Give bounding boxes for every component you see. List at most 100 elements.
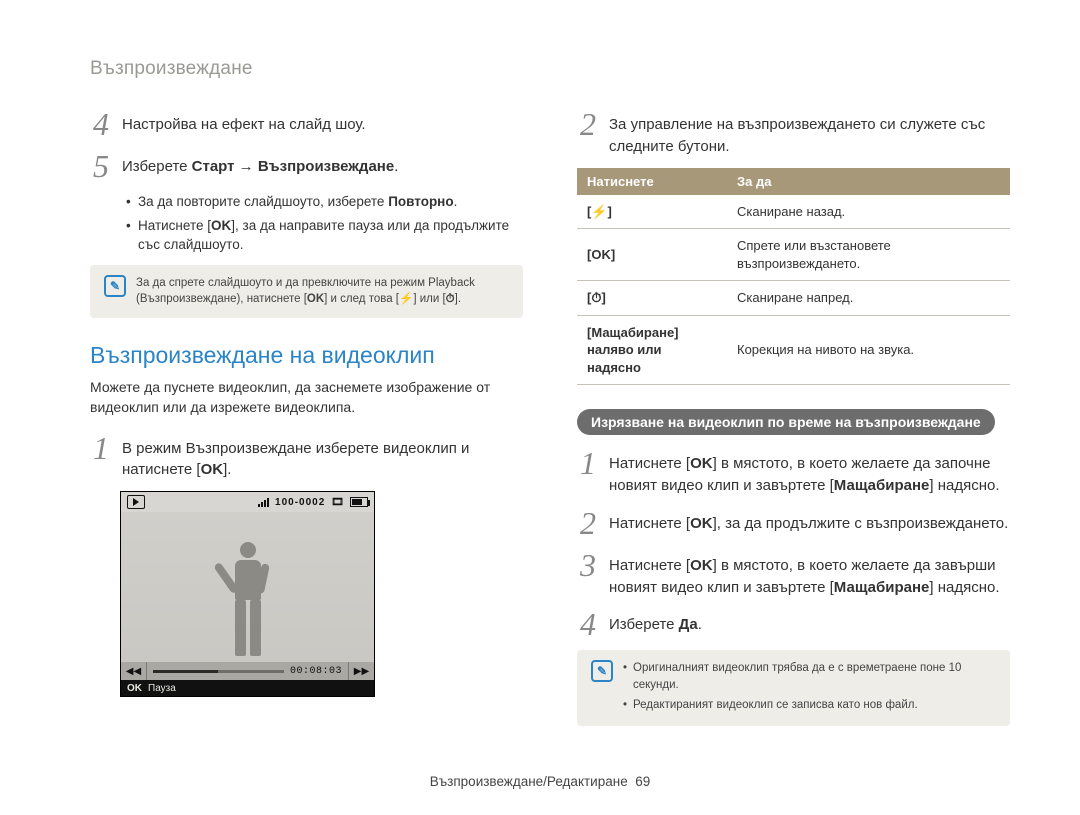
text: ] надясно. <box>929 477 999 494</box>
elapsed-time: 00:08:03 <box>290 666 342 677</box>
video-player-screenshot: 100-0002 🎞 ◀◀ <box>120 491 375 697</box>
person-silhouette <box>218 542 278 662</box>
section-header: Възпроизвеждане <box>90 58 1010 80</box>
text: Изберете <box>609 616 679 633</box>
ok-glyph: OK <box>690 515 713 532</box>
bullet-item: За да повторите слайдшоуто, изберете Пов… <box>126 192 523 212</box>
step-number: 4 <box>577 608 599 640</box>
note-item: Редактираният видеоклип се записва като … <box>623 697 996 714</box>
forward-icon: ▶▶ <box>348 662 374 680</box>
trim-step-1: 1 Натиснете [OK] в мястото, в което жела… <box>577 447 1010 497</box>
step-number: 2 <box>577 507 599 539</box>
ok-glyph: OK <box>211 218 231 233</box>
text: Натиснете [ <box>609 455 690 472</box>
ok-glyph: OK <box>690 557 713 574</box>
step-2: 2 За управление на възпроизвеждането си … <box>577 108 1010 158</box>
ok-glyph: OK <box>201 461 224 478</box>
step-1: 1 В режим Възпроизвеждане изберете видео… <box>90 432 523 482</box>
sub-bullets: За да повторите слайдшоуто, изберете Пов… <box>126 192 523 255</box>
paragraph: Можете да пуснете видеоклип, да заснемет… <box>90 377 523 418</box>
subsection-heading: Възпроизвеждане на видеоклип <box>90 342 523 369</box>
bold-text: Мащабиране <box>834 477 930 494</box>
step-text: За управление на възпроизвеждането си сл… <box>609 108 1010 158</box>
note-box: ✎ Оригиналният видеоклип трябва да е с в… <box>577 650 1010 726</box>
text: За да повторите слайдшоуто, изберете <box>138 194 388 209</box>
movie-icon: 🎞 <box>331 497 344 508</box>
text: ] или [ <box>413 293 445 305</box>
step-text: Натиснете [OK] в мястото, в което желает… <box>609 549 1010 599</box>
trim-step-2: 2 Натиснете [OK], за да продължите с въз… <box>577 507 1010 539</box>
step-number: 1 <box>577 447 599 497</box>
note-item: Оригиналният видеоклип трябва да е с вре… <box>623 660 996 693</box>
action-cell: Сканиране назад. <box>727 195 1010 229</box>
text: В режим Възпроизвеждане изберете видеокл… <box>122 440 469 479</box>
text: ]. <box>455 293 461 305</box>
video-status-bar: 100-0002 🎞 <box>121 492 374 512</box>
table-header: За да <box>727 168 1010 195</box>
action-cell: Спрете или възстановете възпроизвежданет… <box>727 229 1010 281</box>
step-4: 4 Настройва на ефект на слайд шоу. <box>90 108 523 140</box>
table-row: [⏱] Сканиране напред. <box>577 281 1010 316</box>
note-body: За да спрете слайдшоуто и да превключите… <box>136 275 509 308</box>
trim-step-4: 4 Изберете Да. <box>577 608 1010 640</box>
button-cell: [Мащабиране] наляво или надясно <box>577 315 727 385</box>
step-text: Изберете Старт → Възпроизвеждане. <box>122 150 398 182</box>
text: Натиснете [ <box>138 218 211 233</box>
text: ]. <box>223 461 231 478</box>
progress-bar <box>153 670 284 673</box>
progress-track: 00:08:03 <box>147 662 348 680</box>
two-column-layout: 4 Настройва на ефект на слайд шоу. 5 Изб… <box>90 108 1010 750</box>
bold-text: Възпроизвеждане <box>258 158 394 175</box>
step-text: Натиснете [OK] в мястото, в което желает… <box>609 447 1010 497</box>
step-number: 4 <box>90 108 112 140</box>
text: . <box>394 158 398 175</box>
text: → <box>235 158 258 175</box>
text: наляво или надясно <box>587 341 717 376</box>
page-number: 69 <box>635 774 650 789</box>
text: Натиснете [ <box>609 515 690 532</box>
pause-label: Пауза <box>148 683 176 694</box>
transport-bar: ◀◀ 00:08:03 ▶▶ <box>121 662 374 680</box>
text: [Мащабиране] <box>587 324 717 342</box>
step-number: 5 <box>90 150 112 182</box>
note-box: ✎ За да спрете слайдшоуто и да превключи… <box>90 265 523 318</box>
bold-text: Да <box>679 616 698 633</box>
step-number: 2 <box>577 108 599 158</box>
action-cell: Сканиране напред. <box>727 281 1010 316</box>
volume-bars-icon <box>258 498 269 507</box>
bold-text: Старт <box>192 158 235 175</box>
ok-glyph: OK <box>127 683 142 694</box>
text: ] надясно. <box>929 579 999 596</box>
right-column: 2 За управление на възпроизвеждането си … <box>577 108 1010 750</box>
text: Натиснете [ <box>609 557 690 574</box>
flash-icon: ⚡ <box>399 293 413 305</box>
footer-text: Възпроизвеждане/Редактиране <box>430 774 628 789</box>
left-column: 4 Настройва на ефект на слайд шоу. 5 Изб… <box>90 108 523 750</box>
text: . <box>454 194 458 209</box>
note-body: Оригиналният видеоклип трябва да е с вре… <box>623 660 996 716</box>
button-cell: [⏱] <box>577 281 727 316</box>
ok-glyph: OK <box>307 293 324 305</box>
play-mode-icon <box>127 495 145 509</box>
file-counter: 100-0002 <box>275 497 325 508</box>
rewind-icon: ◀◀ <box>121 662 147 680</box>
page-footer: Възпроизвеждане/Редактиране 69 <box>0 774 1080 789</box>
timer-icon: ⏱ <box>446 293 455 305</box>
text: Изберете <box>122 158 192 175</box>
video-bottom-bar: OK Пауза <box>121 680 374 696</box>
step-text: В режим Възпроизвеждане изберете видеокл… <box>122 432 523 482</box>
manual-page: Възпроизвеждане 4 Настройва на ефект на … <box>0 0 1080 815</box>
table-row: [⚡] Сканиране назад. <box>577 195 1010 229</box>
bold-text: Мащабиране <box>834 579 930 596</box>
controls-table: Натиснете За да [⚡] Сканиране назад. [OK… <box>577 168 1010 386</box>
battery-icon <box>350 497 368 507</box>
video-frame <box>121 512 374 662</box>
note-icon: ✎ <box>591 660 613 682</box>
table-row: [OK] Спрете или възстановете възпроизвеж… <box>577 229 1010 281</box>
button-cell: [⚡] <box>577 195 727 229</box>
step-text: Настройва на ефект на слайд шоу. <box>122 108 366 140</box>
step-5: 5 Изберете Старт → Възпроизвеждане. <box>90 150 523 182</box>
text: ], за да продължите с възпроизвеждането. <box>713 515 1009 532</box>
note-icon: ✎ <box>104 275 126 297</box>
bullet-item: Натиснете [OK], за да направите пауза ил… <box>126 216 523 255</box>
